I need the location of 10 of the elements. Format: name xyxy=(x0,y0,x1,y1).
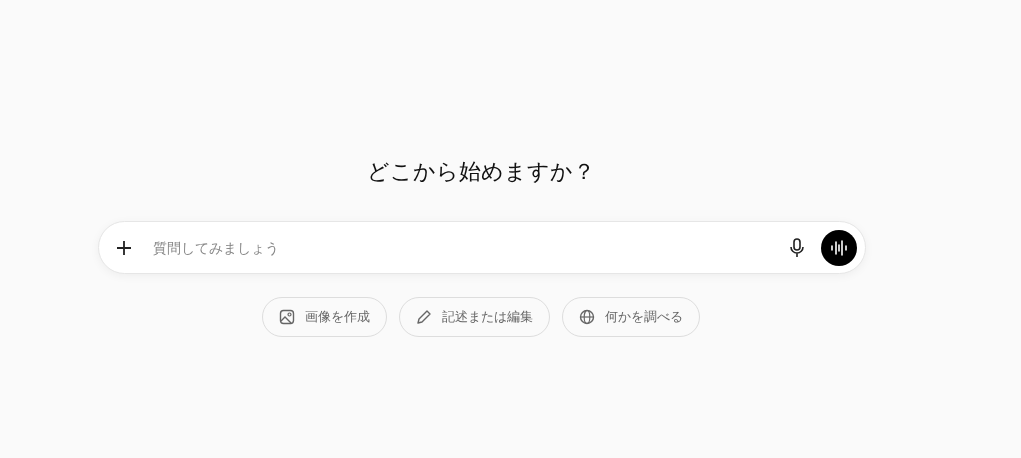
globe-icon xyxy=(578,309,595,325)
waveform-icon xyxy=(829,238,849,257)
heading: どこから始めますか？ xyxy=(366,158,595,186)
plus-icon[interactable] xyxy=(115,238,133,257)
prompt-input[interactable]: 質問してみましょう xyxy=(151,238,789,257)
pencil-icon xyxy=(415,309,432,325)
image-icon xyxy=(278,309,295,325)
microphone-icon[interactable] xyxy=(789,237,805,258)
voice-button[interactable] xyxy=(821,229,857,266)
prompt-field[interactable]: 質問してみましょう xyxy=(98,221,866,274)
